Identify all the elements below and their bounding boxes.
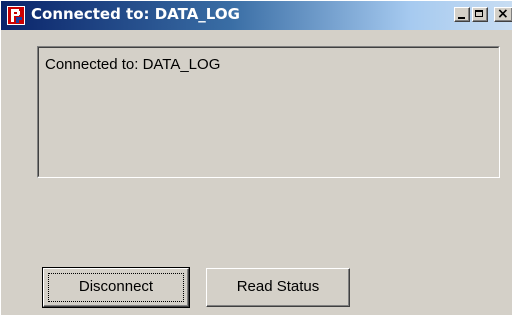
status-panel-inner: Connected to: DATA_LOG: [38, 47, 499, 177]
maximize-button[interactable]: [472, 7, 488, 22]
title-bar[interactable]: Connected to: DATA_LOG ×: [1, 1, 512, 30]
status-text: Connected to: DATA_LOG: [45, 56, 221, 73]
window-title: Connected to: DATA_LOG: [31, 5, 240, 23]
close-button[interactable]: ×: [494, 6, 512, 22]
app-window: Connected to: DATA_LOG × Connected to: D…: [0, 0, 512, 315]
disconnect-button-label: Disconnect: [78, 278, 154, 295]
read-status-button[interactable]: Read Status: [206, 268, 350, 307]
disconnect-button[interactable]: Disconnect: [42, 267, 190, 308]
close-icon: ×: [497, 6, 509, 22]
minimize-icon: [458, 17, 465, 19]
minimize-button[interactable]: [454, 7, 470, 22]
status-panel: Connected to: DATA_LOG: [37, 46, 500, 178]
maximize-icon: [475, 10, 483, 17]
read-status-button-label: Read Status: [236, 278, 320, 295]
app-logo-icon[interactable]: [7, 6, 25, 25]
